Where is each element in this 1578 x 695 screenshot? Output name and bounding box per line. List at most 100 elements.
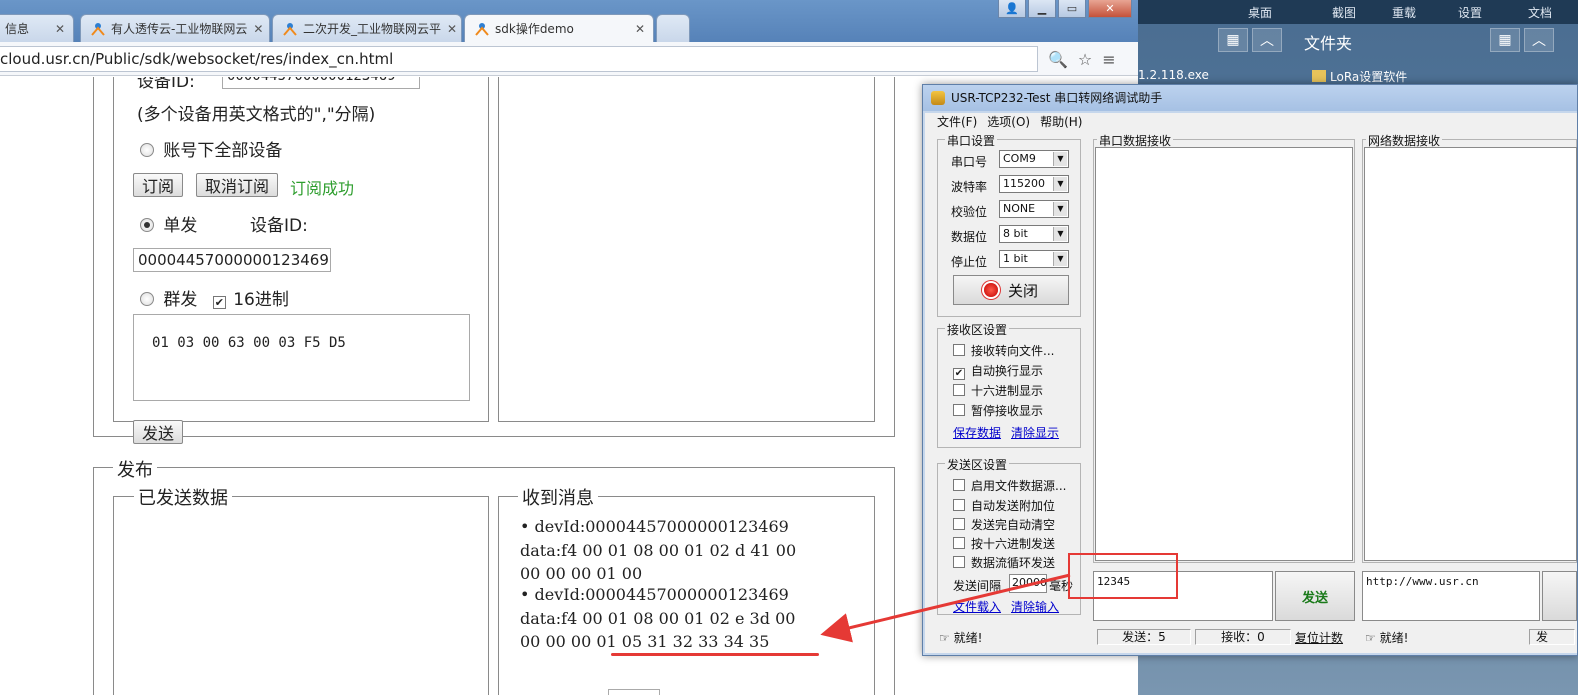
new-tab-button[interactable]	[656, 14, 690, 42]
tab-info[interactable]: 信息 ✕	[0, 14, 74, 42]
reset-count-link[interactable]: 复位计数	[1295, 629, 1343, 646]
recv-to-file-option[interactable]: 接收转向文件...	[953, 342, 1054, 359]
desktop-item[interactable]: 设置	[1458, 4, 1482, 21]
grid-icon[interactable]: ▦	[1218, 28, 1248, 52]
desktop-item[interactable]: 文档	[1528, 4, 1552, 21]
single-send-option[interactable]: 单发	[140, 211, 197, 236]
close-icon[interactable]: ✕	[55, 22, 65, 36]
unsubscribe-button[interactable]: 取消订阅	[196, 173, 279, 197]
close-icon[interactable]: ✕	[635, 22, 645, 36]
checkbox[interactable]	[953, 344, 965, 356]
tab-usr-cloud[interactable]: 有人透传云-工业物联网云 ✕	[80, 14, 270, 42]
tab-label: 二次开发_工业物联网云平	[303, 22, 442, 36]
menu-icon[interactable]: ≡	[1102, 50, 1115, 69]
collapse-icon[interactable]: ︿	[1524, 28, 1554, 52]
clear-display-link[interactable]: 清除显示	[1011, 424, 1059, 441]
auto-clear-option[interactable]: 发送完自动清空	[953, 516, 1055, 533]
net-recv-area[interactable]	[1364, 147, 1577, 561]
recv-settings-title: 接收区设置	[945, 321, 1010, 338]
grid-icon[interactable]: ▦	[1490, 28, 1520, 52]
net-send-input[interactable]: http://www.usr.cn	[1362, 571, 1540, 621]
tab-sdk-demo[interactable]: sdk操作demo ✕	[464, 14, 654, 42]
all-devices-option[interactable]: 账号下全部设备	[140, 136, 282, 161]
close-port-button[interactable]: 关闭	[953, 275, 1069, 305]
checkbox[interactable]: ✔	[953, 368, 965, 380]
serial-recv-area[interactable]	[1095, 147, 1353, 561]
auto-append-option[interactable]: 自动发送附加位	[953, 497, 1055, 514]
subscribe-inner-right	[498, 77, 875, 422]
desktop-item[interactable]: 桌面	[1248, 4, 1272, 21]
close-icon[interactable]: ✕	[447, 22, 457, 36]
hex-send-option[interactable]: 按十六进制发送	[953, 535, 1055, 552]
menu-options[interactable]: 选项(O)	[987, 113, 1030, 131]
hex-checkbox[interactable]: ✔	[212, 296, 226, 309]
option-label: 数据流循环发送	[971, 556, 1056, 570]
desktop-file[interactable]: LoRa设置软件	[1312, 68, 1407, 85]
databits-label: 数据位	[951, 230, 988, 244]
device-id-input[interactable]: 00004457000000123469	[133, 248, 331, 272]
status-ready-net: ☞ 就绪!	[1365, 629, 1408, 646]
serial-send-button[interactable]: 发送	[1275, 571, 1355, 621]
checkbox[interactable]	[953, 384, 965, 396]
hex-label: 16进制	[233, 290, 289, 310]
net-send-button[interactable]	[1542, 571, 1577, 621]
hex-display-option[interactable]: 十六进制显示	[953, 382, 1043, 399]
device-id-label: 设备ID:	[250, 216, 308, 236]
pause-recv-option[interactable]: 暂停接收显示	[953, 402, 1043, 419]
app-icon	[931, 91, 945, 105]
single-send-radio[interactable]	[140, 218, 154, 232]
net-status-cell: 发	[1529, 629, 1575, 645]
payload-textarea[interactable]: 01 03 00 63 00 03 F5 D5	[133, 314, 470, 401]
subscribe-status: 订阅成功	[290, 179, 355, 198]
desktop-item[interactable]: 重载	[1392, 4, 1416, 21]
loop-send-option[interactable]: 数据流循环发送	[953, 554, 1055, 571]
auto-wrap-option[interactable]: ✔ 自动换行显示	[953, 362, 1043, 380]
checkbox[interactable]	[953, 404, 965, 416]
close-port-label: 关闭	[1007, 281, 1038, 300]
stopbits-select[interactable]: 1 bit ▼	[999, 250, 1069, 268]
minimize-button[interactable]: ▁	[1028, 0, 1056, 18]
checkbox[interactable]	[953, 537, 965, 549]
scroll-element	[608, 689, 660, 695]
desktop-file[interactable]: 1.2.118.exe	[1138, 68, 1209, 82]
databits-select[interactable]: 8 bit ▼	[999, 225, 1069, 243]
menu-file[interactable]: 文件(F)	[937, 113, 977, 131]
checkbox[interactable]	[953, 556, 965, 568]
checkbox[interactable]	[953, 479, 965, 491]
group-send-option[interactable]: 群发 ✔ 16进制	[140, 285, 289, 310]
status-red-dot-icon	[983, 283, 998, 297]
group-send-radio[interactable]	[140, 292, 154, 306]
file-source-option[interactable]: 启用文件数据源...	[953, 477, 1066, 494]
close-window-button[interactable]: ✕	[1088, 0, 1132, 18]
publish-legend: 发布	[113, 456, 157, 482]
maximize-button[interactable]: ▭	[1058, 0, 1086, 18]
received-legend: 收到消息	[518, 484, 598, 510]
all-devices-radio[interactable]	[140, 143, 154, 157]
desktop-item[interactable]: 截图	[1332, 4, 1356, 21]
baud-select[interactable]: 115200 ▼	[999, 175, 1069, 193]
port-select[interactable]: COM9 ▼	[999, 150, 1069, 168]
tab-secondary-dev[interactable]: 二次开发_工业物联网云平 ✕	[272, 14, 462, 42]
zoom-icon[interactable]: 🔍	[1048, 50, 1068, 69]
collapse-icon[interactable]: ︿	[1252, 28, 1282, 52]
option-label: 暂停接收显示	[971, 404, 1044, 418]
url-input[interactable]: cloud.usr.cn/Public/sdk/websocket/res/in…	[0, 46, 1038, 72]
usr-logo-icon	[283, 22, 297, 36]
device-id-input-top[interactable]: 00004457000000123469	[222, 77, 420, 89]
save-data-link[interactable]: 保存数据	[953, 424, 1001, 441]
bookmark-star-icon[interactable]: ☆	[1078, 50, 1092, 69]
msg-devid: devId:00004457000000123469	[534, 585, 789, 604]
send-button[interactable]: 发送	[133, 420, 184, 444]
menu-help[interactable]: 帮助(H)	[1040, 113, 1082, 131]
baud-value: 115200	[1003, 177, 1045, 190]
parity-select[interactable]: NONE ▼	[999, 200, 1069, 218]
close-icon[interactable]: ✕	[253, 22, 263, 36]
message-data-cont: 00 00 00 01 05 31 32 33 34 35	[520, 632, 770, 651]
option-label: 发送完自动清空	[971, 518, 1056, 532]
checkbox[interactable]	[953, 518, 965, 530]
user-icon[interactable]: 👤	[998, 0, 1026, 18]
subscribe-button[interactable]: 订阅	[133, 173, 184, 197]
option-label: 启用文件数据源...	[971, 479, 1067, 493]
checkbox[interactable]	[953, 499, 965, 511]
chevron-down-icon: ▼	[1053, 202, 1067, 216]
